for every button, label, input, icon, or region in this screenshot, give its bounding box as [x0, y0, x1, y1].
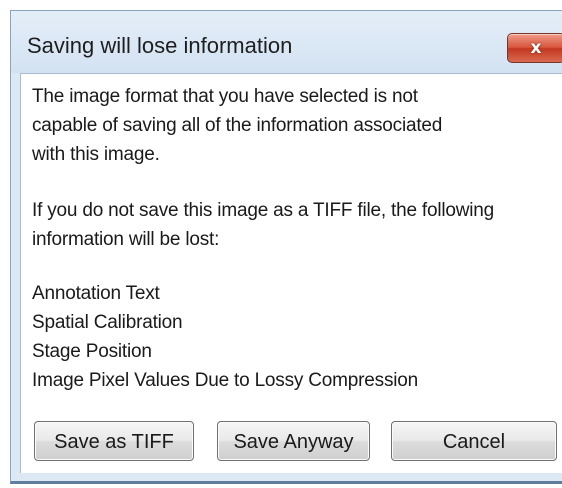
lost-item: Annotation Text: [32, 283, 160, 304]
lost-item: Spatial Calibration: [32, 312, 183, 333]
close-icon: x: [530, 38, 542, 58]
lost-item: Stage Position: [32, 341, 152, 362]
dialog-title: Saving will lose information: [27, 33, 293, 58]
dialog-window: Saving will lose information x The image…: [10, 10, 562, 484]
intro-line: capable of saving all of the information…: [32, 115, 443, 136]
warning-line: information will be lost:: [32, 229, 220, 250]
title-bar[interactable]: Saving will lose information x: [11, 11, 562, 73]
lost-item: Image Pixel Values Due to Lossy Compress…: [32, 370, 419, 391]
save-as-tiff-button[interactable]: Save as TIFF: [34, 421, 194, 461]
dialog-content: The image format that you have selected …: [20, 73, 562, 473]
cancel-button[interactable]: Cancel: [391, 421, 557, 461]
close-button[interactable]: x: [507, 33, 562, 63]
intro-line: The image format that you have selected …: [32, 86, 418, 107]
save-anyway-button[interactable]: Save Anyway: [217, 421, 370, 461]
warning-line: If you do not save this image as a TIFF …: [32, 200, 495, 221]
intro-line: with this image.: [32, 144, 160, 165]
